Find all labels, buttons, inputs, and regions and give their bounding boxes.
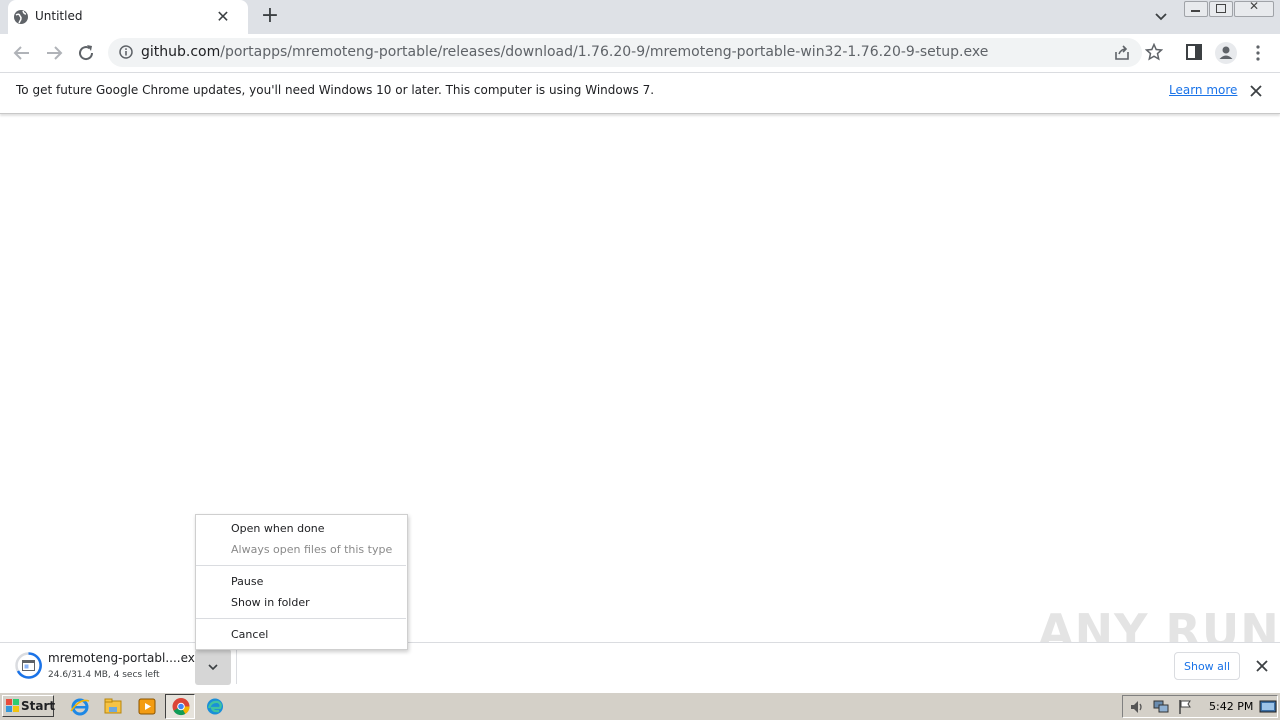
share-icon[interactable] xyxy=(1113,44,1131,62)
explorer-icon[interactable] xyxy=(102,696,124,717)
profile-avatar-icon[interactable] xyxy=(1214,41,1238,65)
edge-icon[interactable] xyxy=(204,696,226,717)
learn-more-link[interactable]: Learn more xyxy=(1169,83,1237,97)
download-status: 24.6/31.4 MB, 4 secs left xyxy=(48,670,160,680)
reload-icon[interactable] xyxy=(74,41,98,65)
start-label: Start xyxy=(21,699,56,713)
new-tab-button[interactable]: + xyxy=(259,5,281,28)
system-tray xyxy=(1122,695,1278,718)
menu-item-show-in-folder[interactable]: Show in folder xyxy=(231,596,310,609)
side-panel-icon[interactable] xyxy=(1186,44,1202,60)
infobar-close-icon[interactable] xyxy=(1247,82,1265,100)
url-text[interactable]: github.com/portapps/mremoteng-portable/r… xyxy=(141,44,988,60)
restore-button[interactable] xyxy=(1209,1,1233,17)
url-host: github.com xyxy=(141,44,221,60)
download-menu-button[interactable] xyxy=(195,649,231,685)
ie-icon[interactable] xyxy=(69,696,91,717)
volume-icon[interactable] xyxy=(1129,699,1145,715)
menu-separator xyxy=(196,565,406,566)
show-all-button[interactable]: Show all xyxy=(1174,652,1240,680)
menu-separator xyxy=(196,618,406,619)
action-center-flag-icon[interactable] xyxy=(1177,699,1193,715)
menu-item-pause[interactable]: Pause xyxy=(231,575,263,588)
media-player-icon[interactable] xyxy=(136,696,158,717)
tab-search-chevron-icon[interactable] xyxy=(1151,8,1171,26)
taskbar-clock[interactable]: 5:42 PM xyxy=(1209,700,1253,713)
close-window-button[interactable]: ✕ xyxy=(1234,0,1274,17)
shelf-divider xyxy=(236,650,237,684)
chrome-icon[interactable] xyxy=(170,696,192,717)
windows-logo-icon xyxy=(6,699,19,712)
show-desktop-icon[interactable] xyxy=(1259,699,1277,715)
menu-item-open-when-done[interactable]: Open when done xyxy=(231,522,325,535)
menu-item-cancel[interactable]: Cancel xyxy=(231,628,268,641)
network-icon[interactable] xyxy=(1152,699,1170,715)
download-filename[interactable]: mremoteng-portabl....exe xyxy=(48,651,202,665)
download-progress-icon[interactable] xyxy=(15,652,42,679)
infobar-message: To get future Google Chrome updates, you… xyxy=(16,83,655,97)
menu-item-always-open: Always open files of this type xyxy=(231,543,393,556)
download-shelf xyxy=(0,642,1280,693)
shelf-close-icon[interactable] xyxy=(1254,658,1270,674)
chevron-down-icon xyxy=(208,664,218,671)
minimize-button[interactable] xyxy=(1184,1,1208,17)
menu-kebab-icon[interactable] xyxy=(1252,44,1264,62)
bookmark-star-icon[interactable] xyxy=(1145,43,1163,61)
info-icon[interactable] xyxy=(119,45,133,59)
back-arrow-icon[interactable] xyxy=(10,41,34,65)
start-button[interactable]: Start xyxy=(2,695,56,717)
tab-close-icon[interactable]: ✕ xyxy=(214,8,232,26)
globe-icon xyxy=(14,10,28,24)
tab-title: Untitled xyxy=(35,9,83,23)
url-path: /portapps/mremoteng-portable/releases/do… xyxy=(220,44,989,60)
forward-arrow-icon[interactable] xyxy=(42,41,66,65)
